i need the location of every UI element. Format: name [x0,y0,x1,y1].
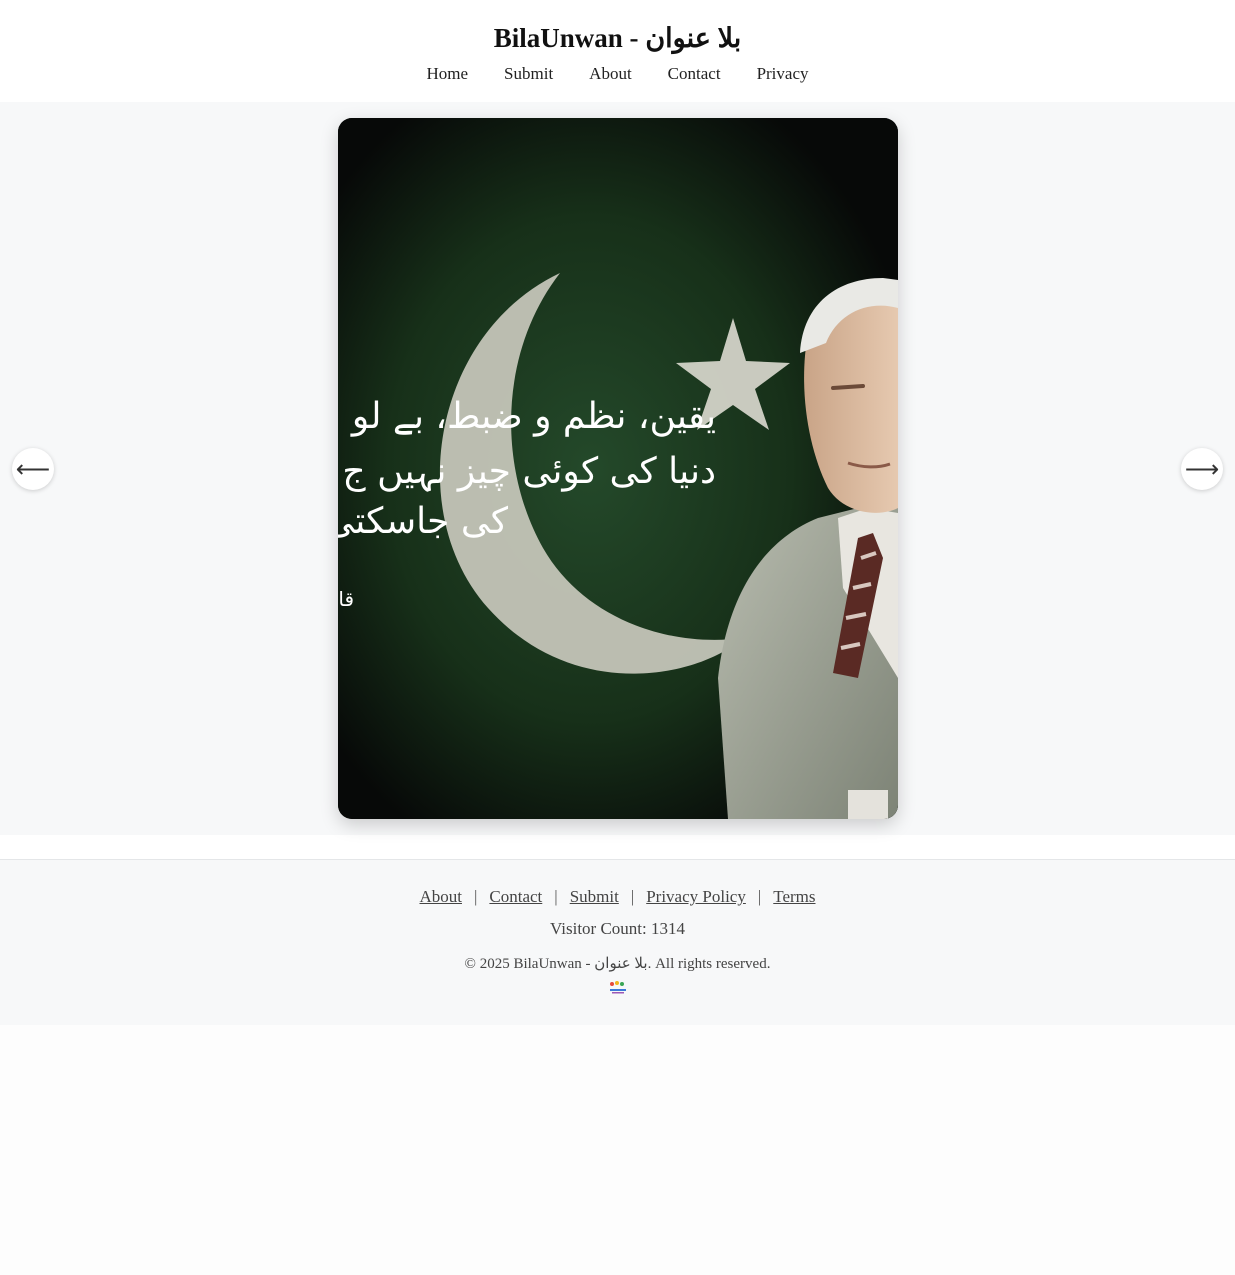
footer-submit-link[interactable]: Submit [570,887,619,906]
footer-contact-link[interactable]: Contact [489,887,542,906]
footer-separator: | [473,887,478,906]
slide-artwork: یقین، نظم و ضبط، بے لو دنیا کی کوئی چیز … [338,118,898,819]
quote-line-2: دنیا کی کوئی چیز نہیں ج [342,451,716,492]
footer-logo [608,979,628,995]
site-footer: About | Contact | Submit | Privacy Policy | Term… [0,859,1235,1025]
quote-attribution: قا [338,587,354,611]
portrait-hand [848,790,888,819]
footer-separator: | [757,887,762,906]
footer-privacy-policy-link[interactable]: Privacy Policy [646,887,746,906]
slide-image: یقین، نظم و ضبط، بے لو دنیا کی کوئی چیز … [338,118,898,819]
copyright-text: © 2025 BilaUnwan - بلا عنوان. All rights… [464,956,771,972]
next-slide-button[interactable]: ⟶ [1181,448,1223,490]
quote-line-1: یقین، نظم و ضبط، بے لو [350,396,716,437]
footer-terms-link[interactable]: Terms [773,887,815,906]
nav-contact-link[interactable]: Contact [668,62,721,86]
main-nav: Home Submit About Contact Privacy [0,62,1235,86]
footer-separator: | [554,887,558,906]
section-spacer [0,835,1235,859]
nav-about-link[interactable]: About [589,62,632,86]
visitor-count: Visitor Count: 1314 [550,919,685,938]
quote-line-3: کی جاسکتی [338,501,509,542]
footer-links: About | Contact | Submit | Privacy Policy | Term… [0,860,1235,909]
nav-privacy-link[interactable]: Privacy [757,62,809,86]
nav-submit-link[interactable]: Submit [504,62,553,86]
site-header: BilaUnwan - بلا عنوان Home Submit About … [0,0,1235,102]
logo-icon [609,981,626,994]
image-slider: ⟵ یقین، نظم و ضبط، بے لو دنیا کی کوئی چی… [0,102,1235,835]
site-title: BilaUnwan - بلا عنوان [493,23,742,53]
nav-home-link[interactable]: Home [427,62,469,86]
previous-slide-button[interactable]: ⟵ [12,448,54,490]
footer-about-link[interactable]: About [419,887,462,906]
footer-separator: | [630,887,635,906]
